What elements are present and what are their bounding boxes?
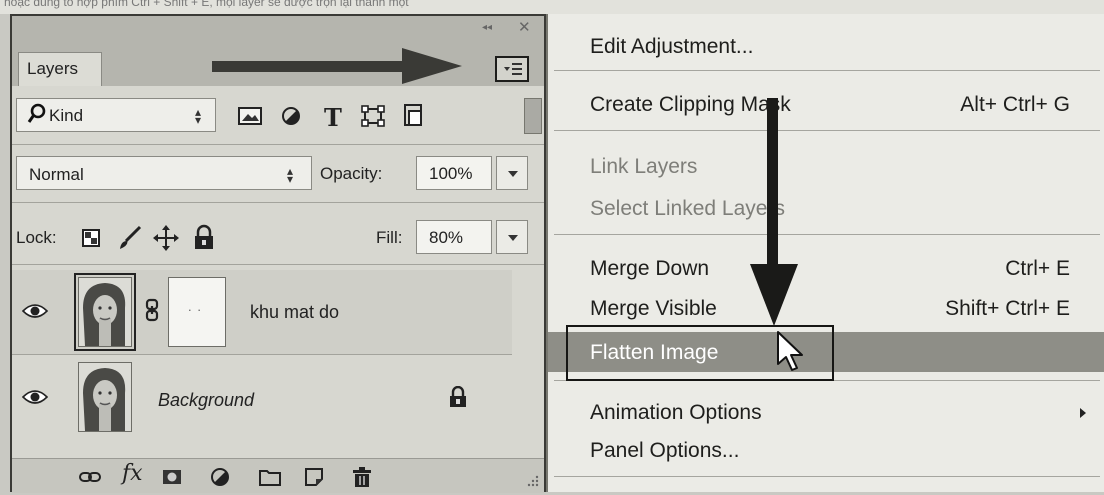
layers-panel: ◂◂ ✕ Layers Kind ▴ ▾ T Normal ▴ ▾ Opacit…	[10, 14, 546, 493]
type-filter-icon[interactable]: T	[316, 99, 350, 133]
lock-all-icon[interactable]	[190, 224, 218, 252]
menu-item-panel-options[interactable]: Panel Options...	[548, 432, 1104, 468]
opacity-input[interactable]: 100%	[416, 156, 492, 190]
layer-row-background[interactable]: Background	[12, 356, 512, 440]
menu-item-label: Animation Options	[590, 401, 762, 424]
top-strip: hoặc dùng tổ hợp phím Ctrl + Shift + E, …	[0, 0, 1104, 14]
layer-thumbnail	[78, 362, 132, 432]
menu-item-label: Merge Down	[590, 257, 710, 280]
panel-body: Kind ▴ ▾ T Normal ▴ ▾ Opacity: 100% Lock…	[12, 86, 544, 493]
stepper-icon: ▴ ▾	[287, 164, 294, 186]
collapse-icon[interactable]: ◂◂	[482, 22, 492, 33]
portrait-thumbnail	[79, 278, 131, 346]
divider	[12, 354, 512, 355]
fill-label: Fill:	[376, 228, 403, 247]
menu-item-edit-adjustment[interactable]: Edit Adjustment...	[548, 28, 1104, 64]
new-layer-icon[interactable]	[302, 465, 326, 489]
top-strip-text: hoặc dùng tổ hợp phím Ctrl + Shift + E, …	[4, 0, 409, 9]
layer-name[interactable]: Background	[158, 390, 254, 411]
panel-menu-icon	[504, 63, 522, 75]
panel-context-menu: Edit Adjustment... Create Clipping Mask …	[546, 14, 1104, 492]
divider	[12, 202, 544, 203]
menu-separator	[554, 70, 1100, 71]
svg-text:T: T	[324, 103, 342, 132]
layer-name[interactable]: khu mat do	[250, 302, 339, 323]
search-icon	[27, 103, 46, 123]
menu-item-label: Panel Options...	[590, 439, 740, 462]
shape-filter-icon[interactable]	[356, 99, 390, 133]
menu-item-animation-options[interactable]: Animation Options	[548, 394, 1104, 430]
filter-kind-label: Kind	[49, 106, 84, 125]
menu-item-label: Merge Visible	[590, 297, 717, 320]
blend-mode-value: Normal	[29, 165, 84, 184]
eye-icon[interactable]	[22, 302, 48, 320]
layer-mask-thumbnail[interactable]: ··	[168, 277, 226, 347]
opacity-dropdown-button[interactable]	[496, 156, 528, 190]
submenu-arrow-icon	[1080, 408, 1086, 418]
panel-header: ◂◂ ✕ Layers	[12, 16, 544, 86]
menu-item-label: Link Layers	[590, 155, 698, 178]
filter-toggle[interactable]	[524, 98, 542, 134]
menu-item-merge-visible[interactable]: Merge Visible Shift+ Ctrl+ E	[548, 290, 1104, 326]
mask-link-icon[interactable]	[144, 298, 160, 322]
opacity-label: Opacity:	[320, 164, 383, 183]
menu-separator	[554, 476, 1100, 477]
panel-footer: fx	[12, 458, 544, 493]
lock-label: Lock:	[16, 228, 57, 247]
menu-item-shortcut: Shift+ Ctrl+ E	[945, 297, 1070, 320]
divider	[12, 264, 544, 265]
menu-item-merge-down[interactable]: Merge Down Ctrl+ E	[548, 250, 1104, 286]
menu-item-shortcut: Ctrl+ E	[1005, 257, 1070, 280]
link-layers-icon[interactable]	[78, 465, 102, 489]
filter-kind-select[interactable]: Kind ▴ ▾	[16, 98, 216, 132]
portrait-thumbnail	[79, 363, 131, 431]
layer-thumbnail	[74, 273, 136, 351]
lock-transparent-pixels-icon[interactable]	[78, 224, 106, 252]
layer-row-khu-mat-do[interactable]: ·· khu mat do	[12, 270, 512, 354]
eye-icon[interactable]	[22, 388, 48, 406]
annotation-arrow-right	[212, 48, 462, 84]
add-mask-icon[interactable]	[160, 465, 184, 489]
blend-mode-select[interactable]: Normal ▴ ▾	[16, 156, 312, 190]
menu-item-create-clipping-mask[interactable]: Create Clipping Mask Alt+ Ctrl+ G	[548, 86, 1104, 122]
new-group-icon[interactable]	[258, 465, 282, 489]
menu-item-shortcut: Alt+ Ctrl+ G	[960, 93, 1070, 116]
menu-item-select-linked-layers[interactable]: Select Linked Layers	[548, 190, 1104, 226]
annotation-arrow-down	[750, 98, 798, 326]
menu-separator	[554, 130, 1100, 131]
menu-item-link-layers[interactable]: Link Layers	[548, 148, 1104, 184]
divider	[12, 144, 544, 145]
adjustment-filter-icon[interactable]	[274, 99, 308, 133]
smart-object-filter-icon[interactable]	[396, 99, 430, 133]
fx-icon[interactable]: fx	[122, 461, 146, 486]
panel-menu-button[interactable]	[495, 56, 529, 82]
lock-position-icon[interactable]	[152, 224, 180, 252]
fill-dropdown-button[interactable]	[496, 220, 528, 254]
close-icon[interactable]: ✕	[518, 18, 531, 36]
menu-separator	[554, 234, 1100, 235]
resize-grip-icon[interactable]	[522, 473, 540, 489]
adjustment-layer-icon[interactable]	[208, 465, 232, 489]
lock-image-pixels-icon[interactable]	[116, 224, 144, 252]
mouse-cursor-icon	[777, 331, 803, 371]
layer-lock-icon	[450, 386, 466, 407]
fill-input[interactable]: 80%	[416, 220, 492, 254]
image-filter-icon[interactable]	[234, 99, 268, 133]
stepper-icon: ▴ ▾	[195, 105, 202, 127]
menu-item-label: Edit Adjustment...	[590, 35, 754, 58]
tab-layers[interactable]: Layers	[18, 52, 102, 86]
delete-icon[interactable]	[350, 465, 374, 489]
